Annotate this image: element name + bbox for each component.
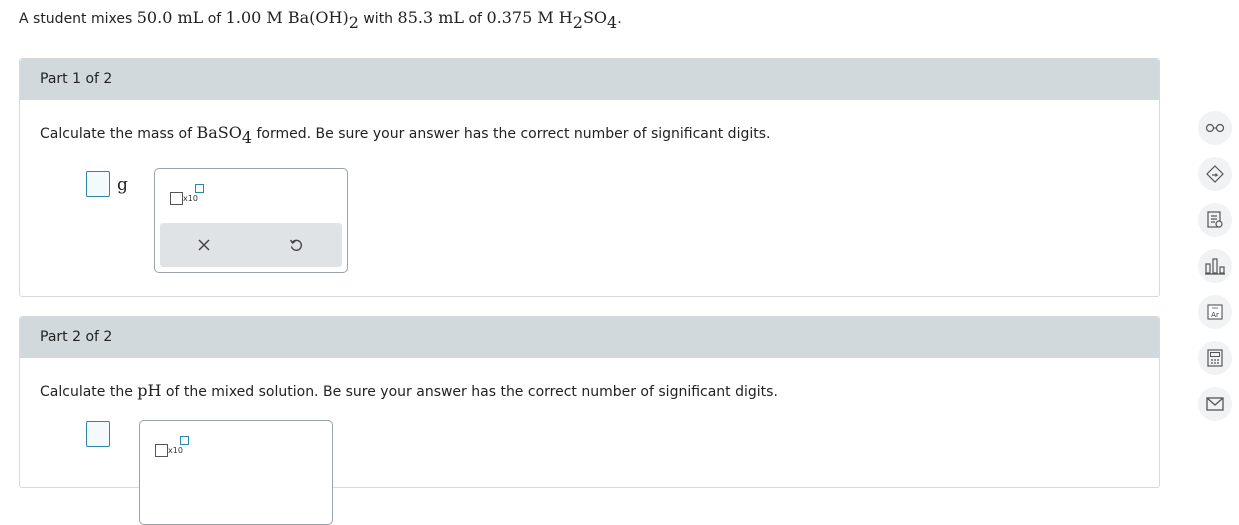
x10-label: x10 [168, 446, 183, 455]
mantissa-box-icon [155, 444, 168, 457]
calculator-button[interactable] [1198, 341, 1232, 375]
calculator-icon [1207, 349, 1223, 367]
part-2-panel: Part 2 of 2 Calculate the pH of the mixe… [19, 316, 1160, 525]
x10-label: x10 [183, 194, 198, 203]
problem-statement: A student mixes 50.0 mL of 1.00 M Ba(OH)… [19, 8, 622, 31]
formula: pH [137, 381, 162, 400]
problem-text: of [464, 11, 487, 27]
problem-text: with [358, 11, 398, 27]
element-symbol: Ar [1211, 311, 1219, 319]
part-1-answer-input[interactable] [86, 171, 110, 197]
problem-text: A student mixes [19, 11, 137, 27]
concentration-1: 1.00 M Ba [225, 8, 310, 27]
undo-button[interactable] [282, 231, 310, 259]
keypad-actions [160, 223, 342, 267]
clear-button[interactable] [190, 231, 218, 259]
volume-2: 85.3 mL [397, 8, 465, 27]
concentration-2: 0.375 M H [486, 8, 573, 27]
unit-label: g [117, 175, 128, 195]
part-1-prompt: Calculate the mass of BaSO4 formed. Be s… [40, 123, 771, 146]
formula: BaSO [196, 123, 242, 142]
problem-text: of [203, 11, 226, 27]
data-tool-button[interactable] [1198, 249, 1232, 283]
subscript: 4 [241, 128, 253, 147]
checklist-tool-button[interactable] [1198, 203, 1232, 237]
volume-1: 50.0 mL [136, 8, 204, 27]
part-1-keypad: x10 [154, 168, 348, 273]
subscript: 2 [572, 13, 583, 32]
undo-icon [289, 239, 303, 251]
exponent-box-icon [195, 184, 204, 193]
part-1-panel: Part 1 of 2 Calculate the mass of BaSO4 … [19, 58, 1160, 297]
prompt-text: Calculate the [40, 384, 138, 400]
periodic-table-icon: Ar [1207, 304, 1223, 320]
periodic-table-button[interactable]: Ar [1198, 295, 1232, 329]
part-2-header: Part 2 of 2 [20, 317, 1159, 358]
close-icon [198, 239, 210, 251]
reader-tool-button[interactable] [1198, 111, 1232, 145]
sulfate-group: SO [582, 8, 608, 27]
hydroxide-group: (OH) [309, 8, 349, 27]
mantissa-box-icon [170, 192, 183, 205]
glasses-icon [1205, 123, 1225, 133]
prompt-text: formed. Be sure your answer has the corr… [252, 126, 771, 142]
part-1-header: Part 1 of 2 [20, 59, 1159, 100]
checklist-icon [1207, 211, 1223, 228]
eraser-icon [1206, 165, 1224, 183]
part-2-keypad: x10 [139, 420, 333, 525]
scientific-notation-button[interactable]: x10 [155, 434, 195, 458]
exponent-box-icon [180, 436, 189, 445]
part-2-answer-input[interactable] [86, 421, 110, 447]
eraser-tool-button[interactable] [1198, 157, 1232, 191]
scientific-notation-button[interactable]: x10 [170, 182, 210, 206]
period: . [617, 11, 622, 27]
subscript: 4 [607, 13, 618, 32]
subscript: 2 [348, 13, 359, 32]
mail-icon [1206, 397, 1224, 411]
bar-chart-icon [1205, 258, 1225, 275]
prompt-text: Calculate the mass of [40, 126, 197, 142]
message-button[interactable] [1198, 387, 1232, 421]
part-2-prompt: Calculate the pH of the mixed solution. … [40, 381, 778, 400]
prompt-text: of the mixed solution. Be sure your answ… [161, 384, 778, 400]
